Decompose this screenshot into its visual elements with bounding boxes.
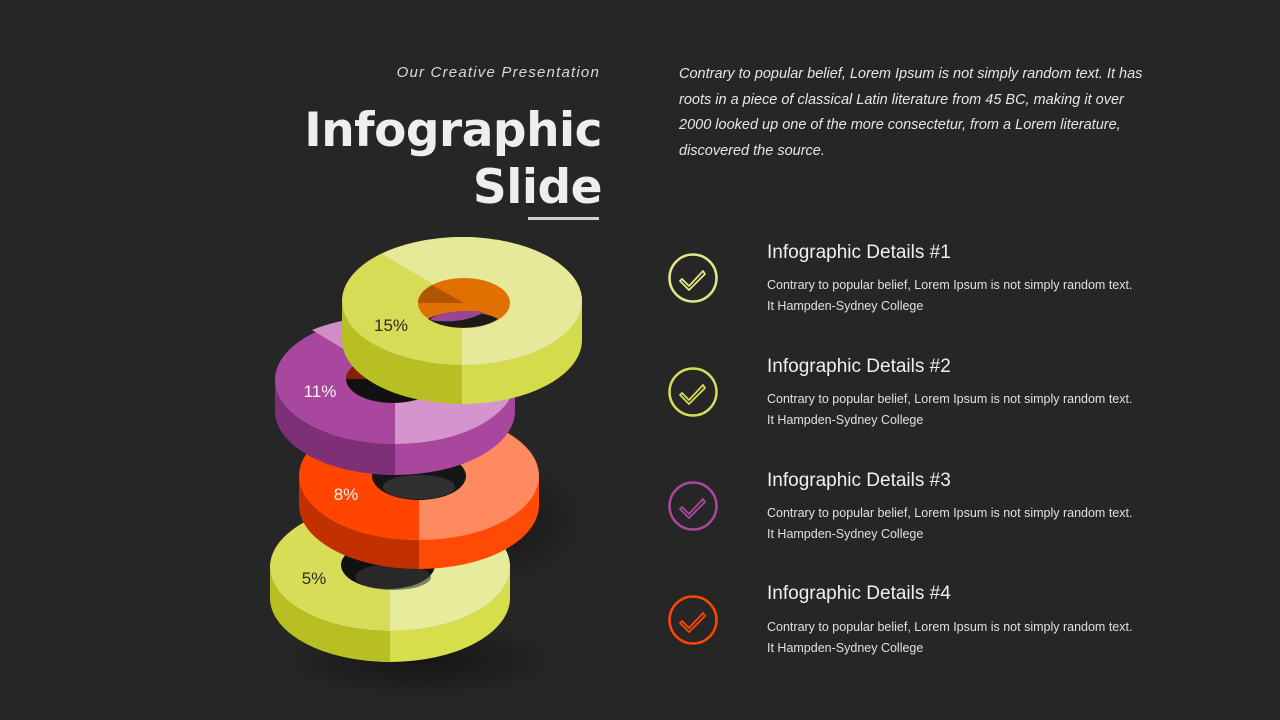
detail-desc-2: Contrary to popular belief, Lorem Ipsum … <box>767 392 1133 427</box>
donut-15-percent: 15% <box>342 237 582 404</box>
stacked-donut-graphic: 5% 8% 11% 15% <box>270 237 590 698</box>
intro-paragraph: Contrary to popular belief, Lorem Ipsum … <box>679 66 1143 159</box>
detail-title-2: Infographic Details #2 <box>767 356 951 377</box>
check-circle-icon <box>668 595 718 645</box>
donut-label-8: 8% <box>334 485 359 504</box>
donut-label-5: 5% <box>302 569 327 588</box>
donut-label-11: 11% <box>304 382 337 401</box>
check-circle-icon <box>668 253 718 303</box>
detail-desc-1: Contrary to popular belief, Lorem Ipsum … <box>767 278 1133 313</box>
detail-title-3: Infographic Details #3 <box>767 470 951 491</box>
detail-title-1: Infographic Details #1 <box>767 242 951 263</box>
detail-title-4: Infographic Details #4 <box>767 583 951 604</box>
check-circle-icon <box>668 367 718 417</box>
detail-desc-3: Contrary to popular belief, Lorem Ipsum … <box>767 506 1133 541</box>
check-circle-icon <box>668 481 718 531</box>
detail-desc-4: Contrary to popular belief, Lorem Ipsum … <box>767 620 1133 655</box>
donut-label-15: 15% <box>374 316 408 335</box>
